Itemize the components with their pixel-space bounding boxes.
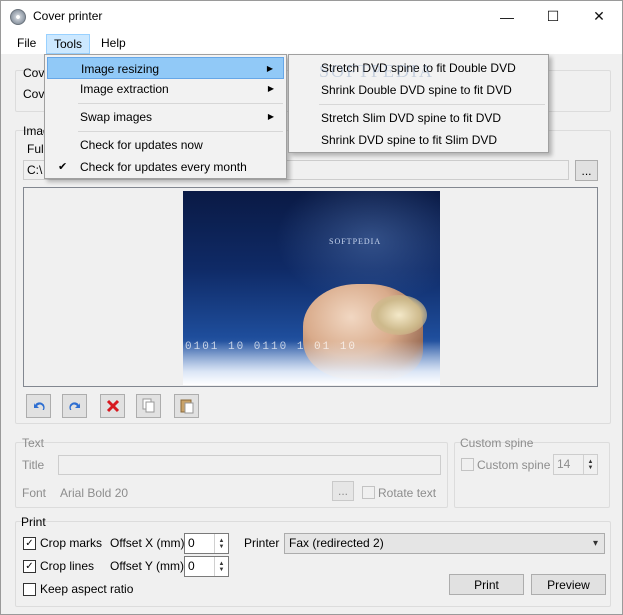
disc-icon (10, 9, 26, 25)
rotate-text-label: Rotate text (378, 486, 437, 500)
stepper-arrows-icon[interactable]: ▲ ▼ (214, 534, 228, 553)
custom-spine-check-label: Custom spine (477, 458, 551, 472)
custom-spine-stepper[interactable]: 14 ▲ ▼ (553, 454, 598, 475)
crop-marks-checkbox[interactable]: ✓ (23, 537, 36, 550)
menu-item-shrink-double-dvd[interactable]: Shrink Double DVD spine to fit DVD (291, 79, 512, 101)
rotate-text-checkbox[interactable] (362, 486, 375, 499)
menu-tools[interactable]: Tools (46, 34, 91, 54)
preview-button[interactable]: Preview (531, 574, 606, 595)
printer-label: Printer (244, 536, 280, 550)
redo-button[interactable] (62, 394, 87, 418)
print-button[interactable]: Print (449, 574, 524, 595)
menu-item-label: Swap images (80, 110, 153, 124)
stepper-arrows-icon[interactable]: ▲ ▼ (214, 557, 228, 576)
copy-button[interactable] (136, 394, 161, 418)
browse-button[interactable]: ... (575, 160, 598, 181)
offset-y-stepper[interactable]: 0 ▲ ▼ (184, 556, 229, 577)
menu-item-label: Check for updates every month (80, 160, 247, 174)
keep-aspect-label: Keep aspect ratio (40, 582, 134, 596)
image-preview-area: SOFTPEDIA 0101 10 0110 1 01 10 (23, 187, 598, 387)
main-window: Cover printer — ☐ ✕ File Tools Help Cove… (0, 0, 623, 615)
offset-y-value: 0 (188, 559, 195, 573)
cover-image: SOFTPEDIA 0101 10 0110 1 01 10 (183, 191, 440, 385)
title-field[interactable] (58, 455, 441, 475)
tools-dropdown: Image resizing ▶ Image extraction ▶ Swap… (44, 54, 287, 179)
crop-marks-label: Crop marks (40, 536, 103, 550)
close-button[interactable]: ✕ (576, 1, 622, 32)
menu-item-image-resizing[interactable]: Image resizing ▶ (47, 57, 284, 79)
printer-select[interactable]: Fax (redirected 2) ▾ (284, 533, 605, 554)
chevron-right-icon: ▶ (266, 64, 273, 73)
menu-item-shrink-dvd-slim[interactable]: Shrink DVD spine to fit Slim DVD (291, 129, 497, 151)
font-value: Arial Bold 20 (60, 486, 129, 500)
menu-help[interactable]: Help (94, 34, 133, 54)
crop-lines-checkbox[interactable]: ✓ (23, 560, 36, 573)
text-group-label: Text (22, 436, 45, 450)
menu-item-label: Image extraction (80, 82, 169, 96)
window-title: Cover printer (33, 9, 103, 23)
menu-item-check-updates-now[interactable]: Check for updates now (47, 134, 284, 156)
offset-x-stepper[interactable]: 0 ▲ ▼ (184, 533, 229, 554)
delete-button[interactable] (100, 394, 125, 418)
menu-separator (319, 104, 545, 105)
chevron-right-icon: ▶ (267, 84, 274, 93)
menu-item-label: Check for updates now (80, 138, 203, 152)
undo-icon (33, 402, 45, 410)
checkmark-icon: ✔ (58, 161, 68, 173)
preview-digits: 0101 10 0110 1 01 10 (185, 341, 358, 353)
menu-file[interactable]: File (10, 34, 43, 54)
delete-icon (106, 399, 119, 413)
custom-spine-checkbox[interactable] (461, 458, 474, 471)
menu-item-stretch-slim-dvd[interactable]: Stretch Slim DVD spine to fit DVD (291, 107, 501, 129)
watermark: SOFTPEDIA (319, 61, 435, 81)
menu-separator (78, 103, 283, 104)
font-button[interactable]: ... (332, 481, 354, 501)
printer-value: Fax (redirected 2) (289, 536, 384, 550)
font-label: Font (22, 486, 47, 500)
stepper-arrows-icon[interactable]: ▲ ▼ (583, 455, 597, 474)
custom-spine-group-label: Custom spine (460, 436, 534, 450)
offset-y-label: Offset Y (mm) (110, 559, 185, 573)
crop-lines-label: Crop lines (40, 559, 95, 573)
copy-icon (142, 398, 154, 413)
minimize-button[interactable]: — (484, 1, 530, 32)
title-bar: Cover printer — ☐ ✕ (1, 1, 622, 32)
chevron-down-icon: ▾ (592, 538, 598, 549)
maximize-button[interactable]: ☐ (530, 1, 576, 32)
menu-item-image-extraction[interactable]: Image extraction ▶ (47, 78, 284, 100)
menu-separator (78, 131, 283, 132)
menu-item-swap-images[interactable]: Swap images ▶ (47, 106, 284, 128)
offset-x-value: 0 (188, 536, 195, 550)
custom-spine-group: Custom spine (454, 436, 610, 508)
paste-icon (180, 399, 193, 414)
menu-bar: File Tools Help (1, 32, 622, 54)
custom-spine-value: 14 (557, 457, 571, 471)
keep-aspect-checkbox[interactable] (23, 583, 36, 596)
offset-x-label: Offset X (mm) (110, 536, 185, 550)
redo-icon (68, 402, 80, 410)
title-label: Title (22, 458, 45, 472)
preview-logo-text: SOFTPEDIA (329, 237, 382, 246)
menu-item-label: Image resizing (81, 62, 160, 76)
paste-button[interactable] (174, 394, 199, 418)
chevron-right-icon: ▶ (267, 112, 274, 121)
print-group-label: Print (21, 515, 46, 529)
undo-button[interactable] (26, 394, 51, 418)
menu-item-check-updates-monthly[interactable]: ✔ Check for updates every month (47, 156, 284, 178)
